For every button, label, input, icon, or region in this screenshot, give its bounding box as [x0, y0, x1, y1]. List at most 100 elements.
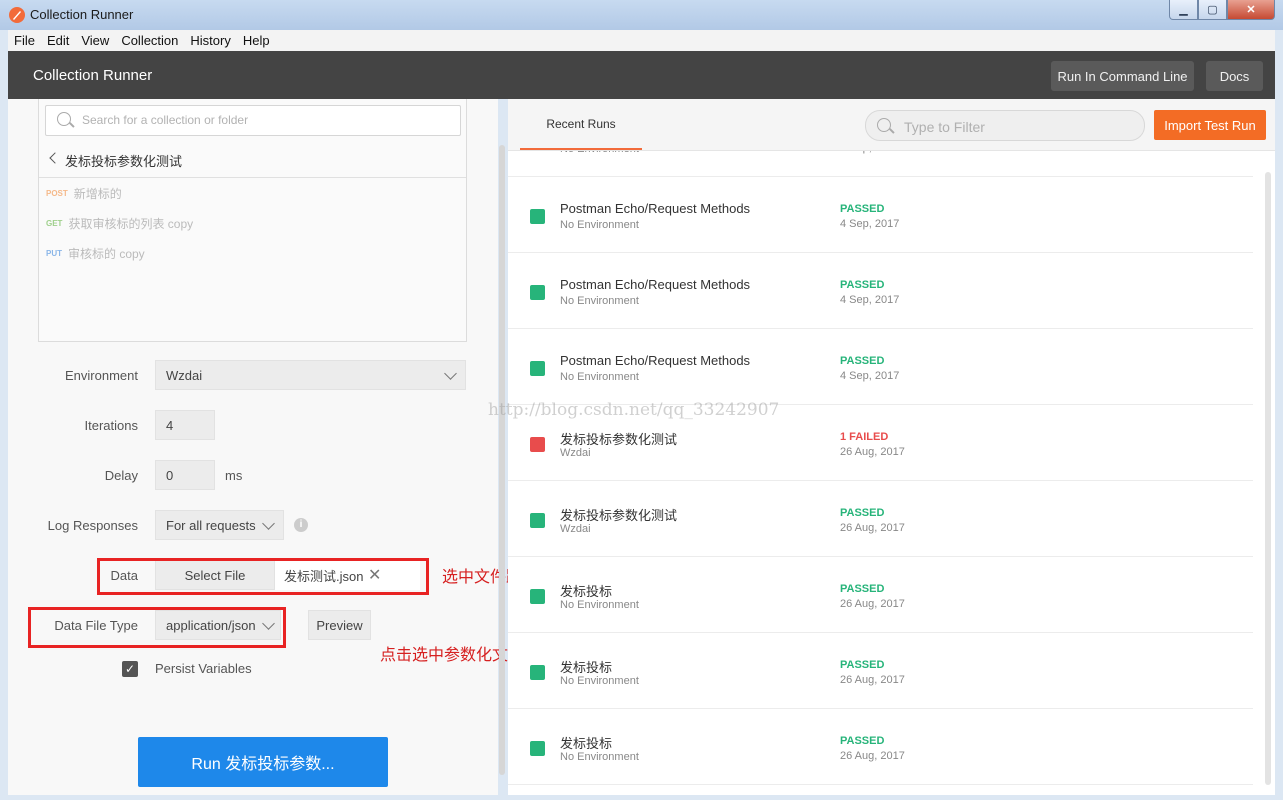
search-icon	[57, 112, 71, 126]
page-title: Collection Runner	[33, 67, 153, 84]
run-environment: No Environment	[560, 599, 639, 611]
request-name: 审核标的 copy	[68, 246, 145, 261]
run-name: Postman Echo/Request Methods	[560, 277, 751, 292]
run-status: 1 FAILED	[840, 431, 889, 443]
run-name: 发标投标参数化测试	[560, 432, 678, 447]
preview-button[interactable]: Preview	[308, 610, 371, 640]
docs-button[interactable]: Docs	[1206, 61, 1263, 91]
collection-search-input[interactable]	[80, 112, 444, 128]
left-scrollbar[interactable]	[499, 145, 505, 775]
run-environment: Wzdai	[560, 523, 591, 535]
filter-input[interactable]	[902, 118, 1136, 136]
persist-variables-label: Persist Variables	[155, 661, 252, 676]
delay-input[interactable]: 0	[155, 460, 215, 490]
title-bar: Collection Runner ▁ ▢ ✕	[0, 0, 1283, 30]
annotation-box-file	[97, 558, 429, 595]
run-environment: No Environment	[560, 219, 639, 231]
run-environment: No Environment	[560, 295, 639, 307]
run-in-command-line-button[interactable]: Run In Command Line	[1051, 61, 1194, 91]
run-date: 26 Aug, 2017	[840, 522, 905, 534]
environment-value: Wzdai	[166, 367, 203, 383]
log-responses-select[interactable]: For all requests	[155, 510, 284, 540]
menu-help[interactable]: Help	[237, 33, 276, 48]
run-row[interactable]: 发标投标 No Environment PASSED 26 Aug, 2017	[508, 708, 1253, 785]
run-date: 26 Aug, 2017	[840, 446, 905, 458]
chevron-down-icon	[262, 517, 275, 530]
log-responses-value: For all requests	[166, 517, 256, 533]
menu-collection[interactable]: Collection	[115, 33, 184, 48]
request-item[interactable]: POST 新增标的	[46, 183, 122, 203]
run-row[interactable]: Postman Echo/Request Methods No Environme…	[508, 176, 1253, 253]
run-environment: No Environment	[560, 371, 639, 383]
log-responses-label: Log Responses	[47, 518, 138, 533]
postman-logo-icon	[9, 7, 25, 23]
run-date: 4 Sep, 2017	[840, 370, 900, 382]
request-method: POST	[46, 188, 68, 198]
menu-bar: File Edit View Collection History Help	[8, 30, 1275, 51]
right-scrollbar[interactable]	[1265, 172, 1271, 785]
run-collection-button[interactable]: Run 发标投标参数...	[138, 737, 388, 787]
request-name: 获取审核标的列表 copy	[68, 216, 194, 231]
run-date: 26 Aug, 2017	[840, 598, 905, 610]
iterations-input[interactable]: 4	[155, 410, 215, 440]
run-name: 发标投标参数化测试	[560, 508, 678, 523]
run-name: 发标投标	[560, 660, 613, 675]
menu-view[interactable]: View	[75, 33, 115, 48]
import-test-run-button[interactable]: Import Test Run	[1154, 110, 1266, 140]
run-status: PASSED	[840, 279, 885, 291]
iterations-label: Iterations	[84, 418, 138, 433]
run-status: PASSED	[840, 583, 885, 595]
tab-recent-runs[interactable]: Recent Runs	[520, 99, 642, 150]
request-item[interactable]: PUT 审核标的 copy	[46, 243, 145, 263]
run-name: Postman Echo/Request Methods	[560, 201, 751, 216]
close-window-button[interactable]: ✕	[1227, 0, 1275, 20]
environment-label: Environment	[65, 368, 138, 383]
delay-unit: ms	[225, 468, 243, 483]
run-status: PASSED	[840, 507, 885, 519]
collection-selector: 发标投标参数化测试 POST 新增标的 GET 获取审核标的列表 copy PU…	[38, 99, 467, 342]
status-passed-icon	[530, 665, 545, 680]
chevron-left-icon[interactable]	[49, 152, 61, 164]
maximize-button[interactable]: ▢	[1198, 0, 1227, 20]
chevron-down-icon	[444, 367, 457, 380]
run-name: Postman Echo/Request Methods	[560, 353, 751, 368]
minimize-button[interactable]: ▁	[1169, 0, 1198, 20]
persist-variables-checkbox[interactable]: ✓	[122, 661, 138, 677]
window-title: Collection Runner	[30, 7, 134, 22]
app-window: Collection Runner ▁ ▢ ✕ File Edit View C…	[0, 0, 1283, 800]
status-passed-icon	[530, 209, 545, 224]
run-status: PASSED	[840, 355, 885, 367]
tab-bar: Recent Runs Import Test Run	[508, 99, 1275, 151]
status-passed-icon	[530, 741, 545, 756]
run-row[interactable]: Postman Echo/Request Methods No Environme…	[508, 252, 1253, 329]
environment-select[interactable]: Wzdai	[155, 360, 466, 390]
run-date: 4 Sep, 2017	[840, 294, 900, 306]
menu-file[interactable]: File	[8, 33, 41, 48]
status-passed-icon	[530, 589, 545, 604]
menu-history[interactable]: History	[184, 33, 236, 48]
run-name: 发标投标	[560, 584, 613, 599]
status-failed-icon	[530, 437, 545, 452]
breadcrumb[interactable]: 发标投标参数化测试	[39, 140, 466, 178]
run-row[interactable]: 发标投标 No Environment PASSED 26 Aug, 2017	[508, 556, 1253, 633]
run-row[interactable]: Postman Echo/Request Methods No Environme…	[508, 328, 1253, 405]
run-name: 发标投标	[560, 736, 613, 751]
status-passed-icon	[530, 285, 545, 300]
run-row[interactable]: 发标投标 No Environment PASSED 26 Aug, 2017	[508, 632, 1253, 709]
run-date: 26 Aug, 2017	[840, 750, 905, 762]
request-item[interactable]: GET 获取审核标的列表 copy	[46, 213, 193, 233]
run-status: PASSED	[840, 659, 885, 671]
annotation-box-format	[28, 607, 286, 648]
search-icon	[877, 118, 891, 132]
collection-search[interactable]	[45, 105, 461, 136]
menu-edit[interactable]: Edit	[41, 33, 75, 48]
status-passed-icon	[530, 361, 545, 376]
info-icon[interactable]: i	[294, 518, 308, 532]
request-method: PUT	[46, 248, 62, 258]
run-row[interactable]: 发标投标参数化测试 Wzdai PASSED 26 Aug, 2017	[508, 480, 1253, 557]
request-name: 新增标的	[73, 186, 122, 201]
run-environment: Wzdai	[560, 447, 591, 459]
filter-box[interactable]	[865, 110, 1145, 141]
status-passed-icon	[530, 513, 545, 528]
run-environment: No Environment	[560, 751, 639, 763]
